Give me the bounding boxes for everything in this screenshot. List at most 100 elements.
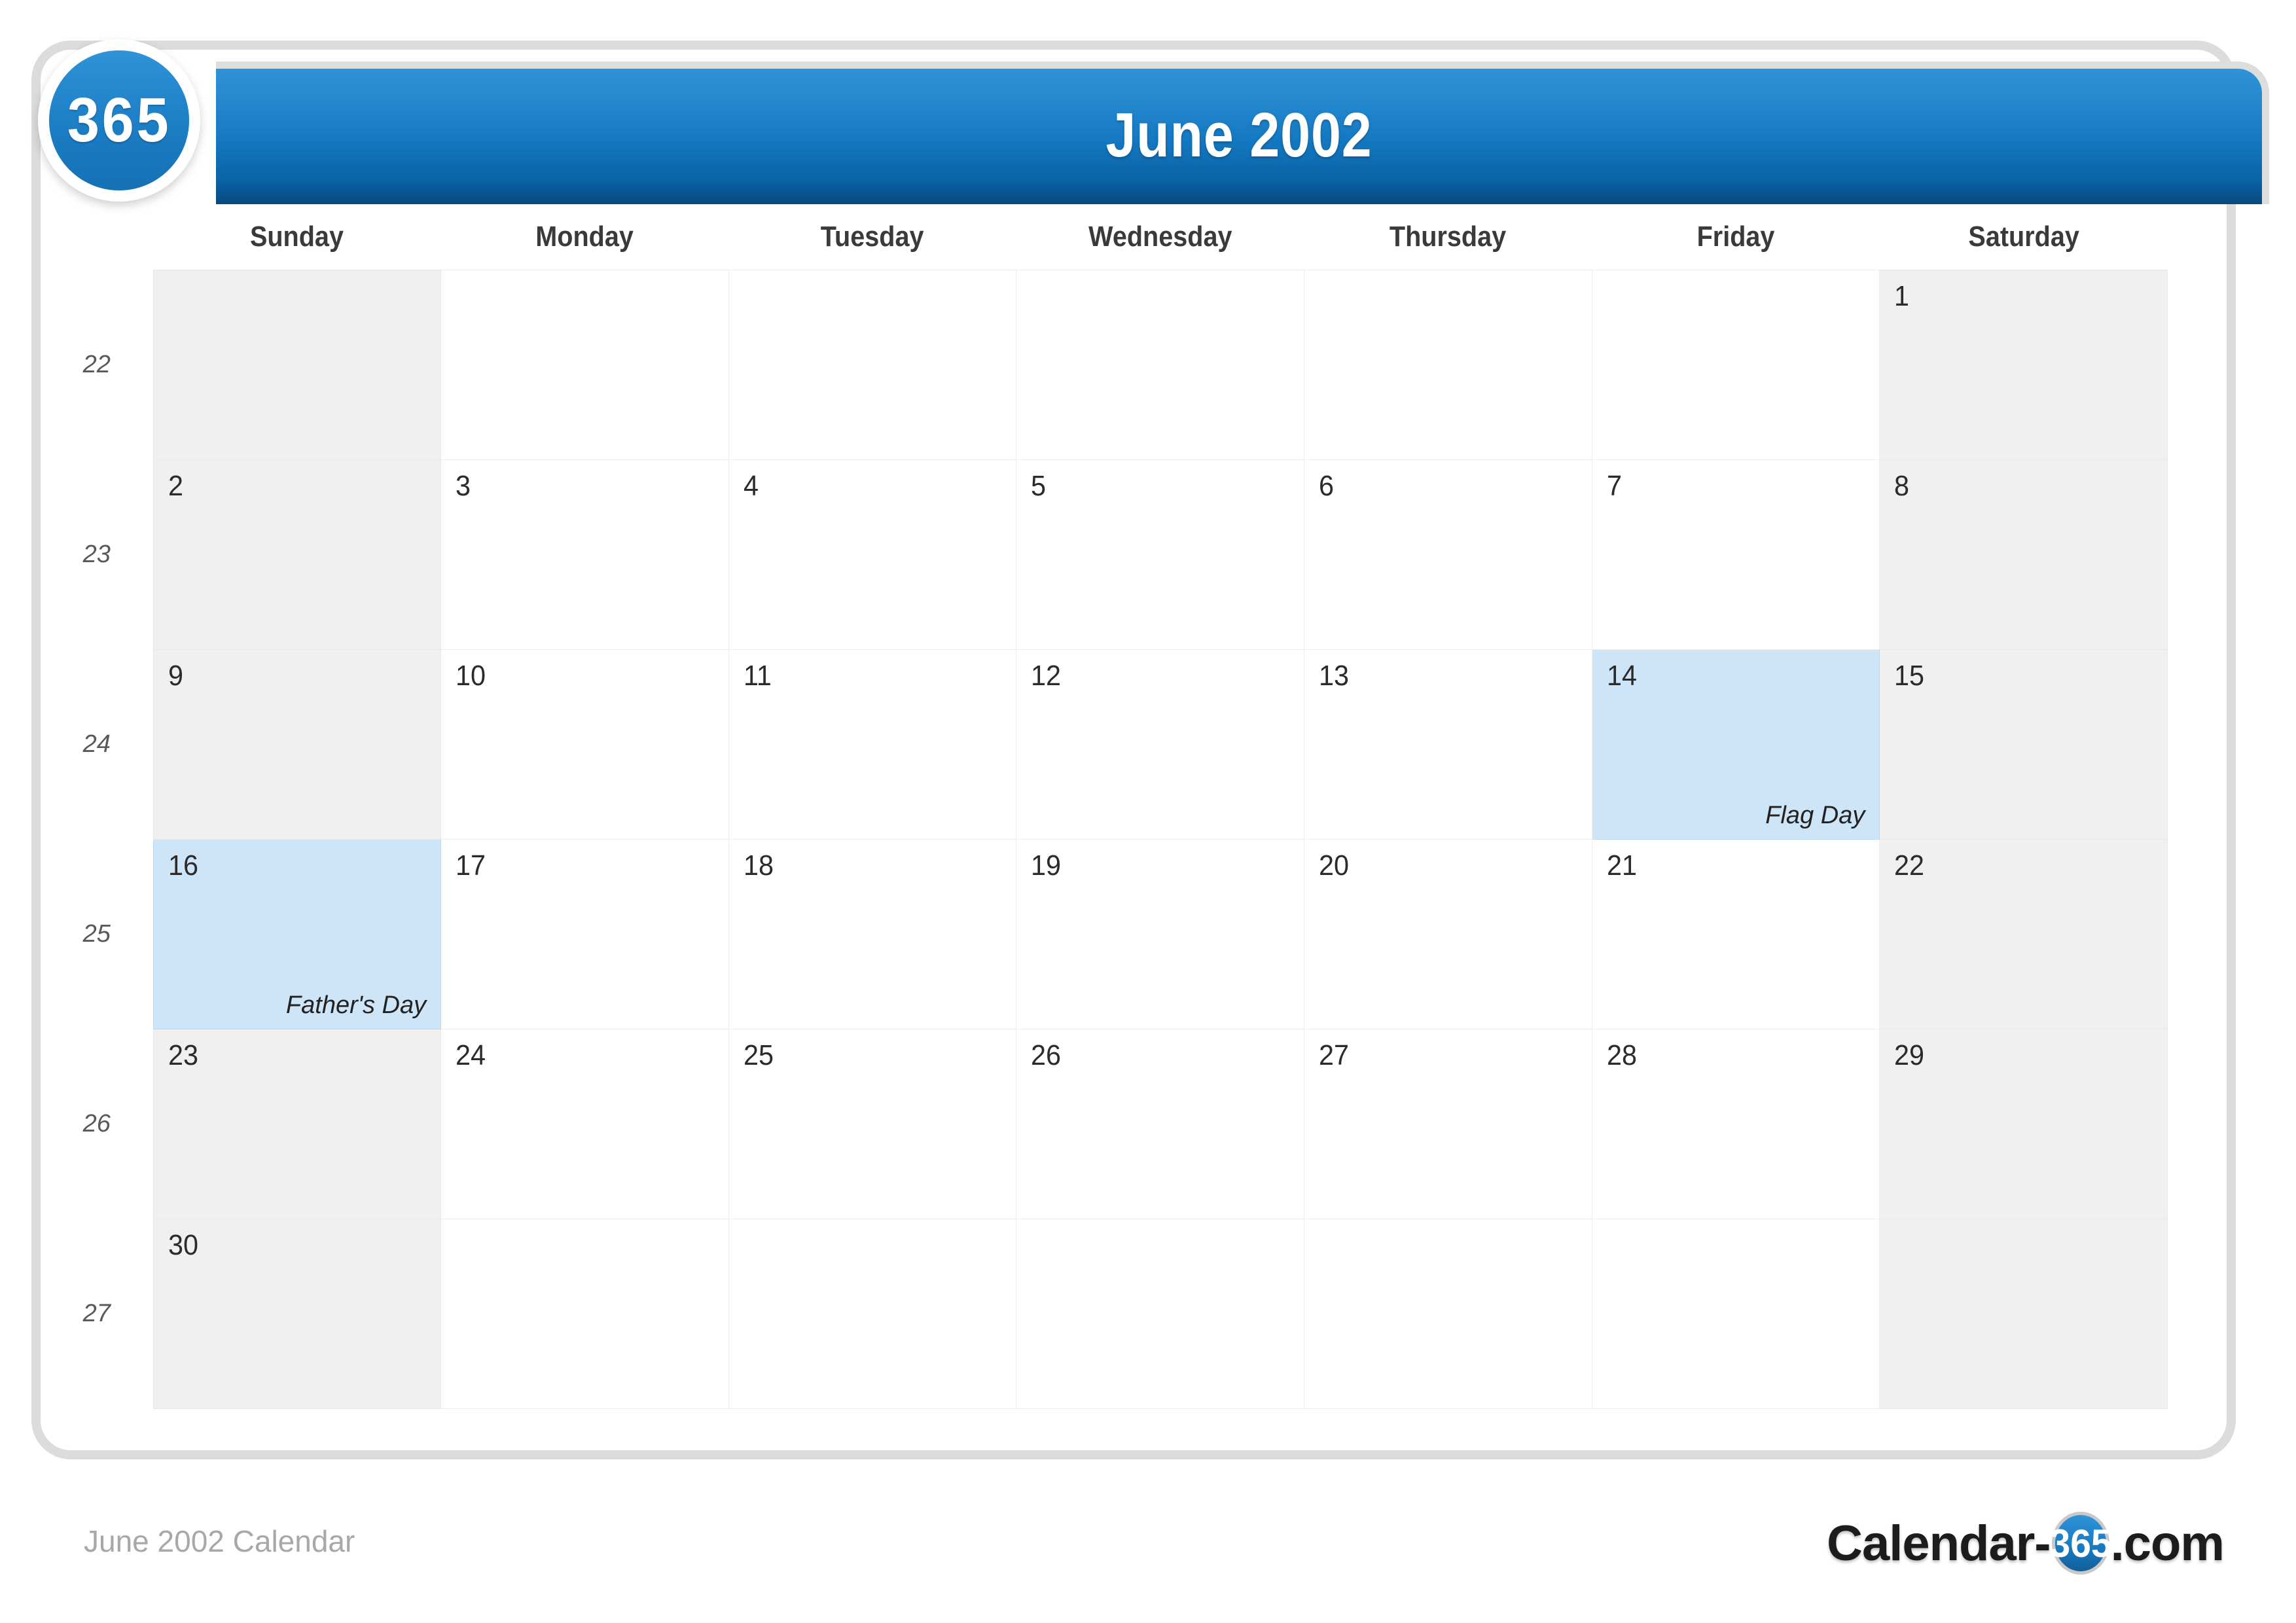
weekday-header-label: Friday — [1696, 221, 1775, 253]
weekday-header-label: Sunday — [250, 221, 344, 253]
weekday-header-label: Wednesday — [1088, 221, 1232, 253]
calendar-header-row: Sunday Monday Tuesday Wednesday Thursday Frid… — [41, 216, 2168, 270]
day-number: 14 — [1606, 660, 1637, 692]
calendar-week-row: 27 30 — [41, 1219, 2168, 1409]
week-number: 27 — [41, 1219, 153, 1409]
brand-badge-label: 365 — [67, 85, 171, 155]
day-cell[interactable]: 24 — [440, 1029, 729, 1219]
day-number: 25 — [743, 1039, 774, 1071]
day-number: 17 — [456, 849, 486, 882]
calendar-grid-wrapper: Sunday Monday Tuesday Wednesday Thursday Frid… — [41, 216, 2168, 1409]
logo-badge-icon: 365 — [2049, 1512, 2111, 1575]
day-cell[interactable]: 23 — [152, 1029, 442, 1219]
day-number: 15 — [1894, 660, 1925, 692]
day-number: 27 — [1319, 1039, 1350, 1071]
day-number: 26 — [1031, 1039, 1062, 1071]
day-number: 4 — [743, 470, 759, 502]
weekday-header-sunday: Sunday — [153, 216, 441, 270]
day-cell[interactable]: 15 — [1879, 649, 2168, 840]
day-cell[interactable]: 10 — [440, 649, 729, 840]
day-number: 13 — [1319, 660, 1350, 692]
calendar-week-row: 24 9 10 11 12 13 14 Flag Day 15 — [41, 649, 2168, 840]
day-cell[interactable]: 6 — [1304, 459, 1592, 650]
day-cell-empty — [1016, 1219, 1305, 1409]
day-cell-empty — [1591, 270, 1880, 460]
weekday-header-monday: Monday — [441, 216, 729, 270]
day-cell[interactable]: 14 Flag Day — [1591, 649, 1880, 840]
day-cell[interactable]: 17 — [440, 839, 729, 1029]
weekday-header-label: Thursday — [1390, 221, 1507, 253]
day-cell[interactable]: 16 Father's Day — [152, 839, 442, 1029]
calendar-week-row: 25 16 Father's Day 17 18 19 20 21 22 — [41, 839, 2168, 1029]
day-cell[interactable]: 29 — [1879, 1029, 2168, 1219]
weekday-header-tuesday: Tuesday — [728, 216, 1016, 270]
day-number: 19 — [1031, 849, 1062, 882]
page-title: June 2002 — [1105, 99, 1372, 170]
weekday-header-friday: Friday — [1592, 216, 1880, 270]
day-cell[interactable]: 5 — [1016, 459, 1305, 650]
day-cell[interactable]: 25 — [728, 1029, 1017, 1219]
week-number: 22 — [41, 270, 153, 460]
day-cell[interactable]: 30 — [152, 1219, 442, 1409]
day-cell[interactable]: 18 — [728, 839, 1017, 1029]
day-cell[interactable]: 22 — [1879, 839, 2168, 1029]
day-cell[interactable]: 26 — [1016, 1029, 1305, 1219]
day-number: 21 — [1606, 849, 1637, 882]
weekday-header-label: Saturday — [1967, 221, 2079, 253]
day-cell[interactable]: 3 — [440, 459, 729, 650]
day-number: 28 — [1606, 1039, 1637, 1071]
weekday-header-label: Monday — [535, 221, 634, 253]
day-cell[interactable]: 27 — [1304, 1029, 1592, 1219]
brand-badge-circle: 365 — [49, 50, 189, 190]
day-number: 22 — [1894, 849, 1925, 882]
day-cell[interactable]: 8 — [1879, 459, 2168, 650]
weekday-header-thursday: Thursday — [1304, 216, 1592, 270]
day-number: 16 — [168, 849, 198, 882]
week-number: 26 — [41, 1029, 153, 1219]
day-cell-empty — [1879, 1219, 2168, 1409]
day-number: 18 — [743, 849, 774, 882]
day-number: 20 — [1319, 849, 1350, 882]
day-cell-empty — [1304, 270, 1592, 460]
site-logo[interactable]: Calendar- 365 .com — [1827, 1512, 2225, 1575]
day-cell-empty — [728, 1219, 1017, 1409]
day-cell-empty — [1304, 1219, 1592, 1409]
weekday-header-saturday: Saturday — [1880, 216, 2168, 270]
logo-prefix: Calendar- — [1827, 1515, 2051, 1571]
calendar-week-row: 23 2 3 4 5 6 7 8 — [41, 459, 2168, 650]
day-number: 9 — [168, 660, 183, 692]
day-cell[interactable]: 19 — [1016, 839, 1305, 1029]
day-cell-empty — [440, 1219, 729, 1409]
day-number: 23 — [168, 1039, 198, 1071]
day-number: 5 — [1031, 470, 1047, 502]
day-cell[interactable]: 1 — [1879, 270, 2168, 460]
day-event-label: Father's Day — [285, 991, 427, 1019]
logo-suffix: .com — [2110, 1515, 2225, 1571]
day-cell[interactable]: 20 — [1304, 839, 1592, 1029]
day-number: 1 — [1894, 280, 1910, 312]
calendar-week-row: 22 1 — [41, 270, 2168, 460]
day-cell[interactable]: 12 — [1016, 649, 1305, 840]
day-number: 24 — [456, 1039, 486, 1071]
day-cell[interactable]: 4 — [728, 459, 1017, 650]
day-cell-empty — [440, 270, 729, 460]
day-number: 6 — [1319, 470, 1335, 502]
week-number: 25 — [41, 839, 153, 1029]
day-cell[interactable]: 9 — [152, 649, 442, 840]
day-cell[interactable]: 7 — [1591, 459, 1880, 650]
day-cell[interactable]: 13 — [1304, 649, 1592, 840]
day-number: 12 — [1031, 660, 1062, 692]
day-cell[interactable]: 21 — [1591, 839, 1880, 1029]
calendar-body: 22 1 23 2 3 4 5 6 7 8 24 9 10 11 12 13 14 Flag Day 15 25 16 F… — [41, 270, 2168, 1409]
day-event-label: Flag Day — [1765, 802, 1865, 829]
day-number: 8 — [1894, 470, 1910, 502]
day-cell[interactable]: 28 — [1591, 1029, 1880, 1219]
day-cell[interactable]: 2 — [152, 459, 442, 650]
day-number: 10 — [456, 660, 486, 692]
day-cell[interactable]: 11 — [728, 649, 1017, 840]
day-number: 2 — [168, 470, 183, 502]
day-number: 11 — [743, 660, 772, 692]
day-number: 29 — [1894, 1039, 1925, 1071]
day-cell-empty — [152, 270, 442, 460]
day-cell-empty — [1016, 270, 1305, 460]
